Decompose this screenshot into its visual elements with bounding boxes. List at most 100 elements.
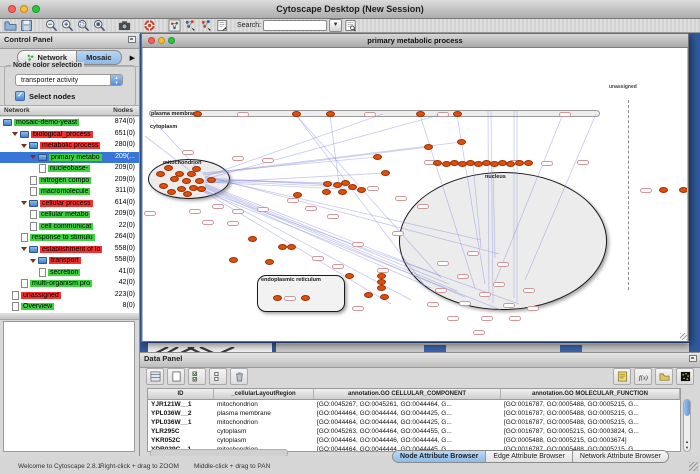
- graph-node[interactable]: [229, 257, 238, 263]
- node-label-pill[interactable]: [182, 150, 194, 155]
- graph-node[interactable]: [287, 244, 296, 250]
- tree-row[interactable]: establishment of lo558(0): [0, 244, 139, 256]
- tree-row[interactable]: metabolic process280(0): [0, 140, 139, 152]
- graph-node[interactable]: [659, 187, 668, 193]
- graph-node[interactable]: [189, 185, 198, 191]
- graph-node[interactable]: [192, 166, 201, 172]
- tree-row-label[interactable]: establishment of lo: [40, 246, 102, 253]
- tab-overflow-arrow[interactable]: ▶: [130, 54, 135, 62]
- zoom-fit-icon[interactable]: [93, 19, 106, 32]
- table-row[interactable]: YPL036W__1mitochondrion[GO:0044464, GO:0…: [148, 418, 680, 427]
- scrollbar-arrows[interactable]: ▲▼: [683, 439, 691, 452]
- tree-row-label[interactable]: multi-organism pro: [30, 280, 92, 287]
- snapshot-icon[interactable]: [118, 19, 131, 32]
- tree-row-label[interactable]: secretion: [48, 269, 80, 276]
- tree-row-label[interactable]: mosaic-demo-yeast: [14, 119, 79, 126]
- tree-header[interactable]: Network Nodes: [0, 105, 139, 116]
- node-label-pill[interactable]: [395, 196, 407, 201]
- tree-row-label[interactable]: biological_process: [31, 131, 93, 138]
- tree-row-label[interactable]: transport: [49, 257, 81, 264]
- node-label-pill[interactable]: [312, 256, 324, 261]
- formula-builder-icon[interactable]: f(x): [634, 368, 652, 385]
- window-titlebar[interactable]: Cytoscape Desktop (New Session): [0, 0, 700, 19]
- node-label-pill[interactable]: [305, 206, 317, 211]
- graph-node[interactable]: [679, 187, 688, 193]
- node-label-pill[interactable]: [257, 207, 269, 212]
- expander-triangle-icon[interactable]: [30, 155, 36, 159]
- modify-network-icon[interactable]: [184, 19, 197, 32]
- graph-node[interactable]: [301, 295, 310, 301]
- tree-column-nodes[interactable]: Nodes: [113, 107, 133, 114]
- node-label-pill[interactable]: [481, 316, 493, 321]
- node-label-pill[interactable]: [435, 288, 447, 293]
- node-label-pill[interactable]: [144, 211, 156, 216]
- graph-node[interactable]: [506, 161, 515, 167]
- tree-row[interactable]: response to stimulu264(0): [0, 232, 139, 244]
- zoom-in-icon[interactable]: [61, 19, 74, 32]
- graph-node[interactable]: [380, 294, 389, 300]
- tree-column-network[interactable]: Network: [4, 107, 30, 114]
- network-canvas[interactable]: plasma membrane cytoplasm mitochondrion …: [143, 48, 687, 341]
- node-label-pill[interactable]: [327, 214, 339, 219]
- import-network-icon[interactable]: [216, 19, 229, 32]
- network-view-frame[interactable]: primary metabolic process plasma membran…: [141, 33, 689, 342]
- select-attributes-icon[interactable]: [188, 368, 206, 385]
- node-label-pill[interactable]: [202, 220, 214, 225]
- tree-row[interactable]: nitrogen compo209(0): [0, 175, 139, 187]
- tree-row[interactable]: cellular metabo209(0): [0, 209, 139, 221]
- help-icon[interactable]: [143, 19, 156, 32]
- graph-node[interactable]: [265, 259, 274, 265]
- node-label-pill[interactable]: [503, 303, 515, 308]
- node-color-dropdown[interactable]: transporter activity ▲▼: [15, 74, 123, 86]
- expander-triangle-icon[interactable]: [21, 144, 27, 148]
- tree-row[interactable]: cellular process614(0): [0, 198, 139, 210]
- graph-node[interactable]: [364, 292, 373, 298]
- node-label-pill[interactable]: [237, 112, 249, 117]
- node-label-pill[interactable]: [640, 188, 652, 193]
- node-label-pill[interactable]: [457, 274, 469, 279]
- graph-edge[interactable]: [202, 157, 377, 173]
- node-label-pill[interactable]: [437, 112, 449, 117]
- tree-row-label[interactable]: cellular metabo: [39, 211, 90, 218]
- node-label-pill[interactable]: [479, 292, 491, 297]
- graph-node[interactable]: [524, 160, 533, 166]
- tab-node-attribute-browser[interactable]: Node Attribute Browser: [393, 451, 486, 462]
- graph-node[interactable]: [453, 111, 462, 117]
- node-label-pill[interactable]: [437, 261, 449, 266]
- node-label-pill[interactable]: [559, 112, 571, 117]
- node-label-pill[interactable]: [459, 301, 471, 306]
- graph-edge[interactable]: [203, 173, 385, 183]
- float-panel-icon[interactable]: [128, 36, 136, 43]
- node-label-pill[interactable]: [523, 288, 535, 293]
- graph-node[interactable]: [193, 111, 202, 117]
- tree-row[interactable]: macromolecule311(0): [0, 186, 139, 198]
- node-label-pill[interactable]: [364, 112, 376, 117]
- attribute-table[interactable]: ID_cellularLayoutRegionannotation.GO CEL…: [147, 388, 681, 452]
- select-nodes-checkbox[interactable]: ✓: [15, 91, 25, 101]
- table-column-header[interactable]: _cellularLayoutRegion: [214, 389, 314, 399]
- node-label-pill[interactable]: [284, 296, 296, 301]
- tree-row[interactable]: transport558(0): [0, 255, 139, 267]
- node-label-pill[interactable]: [447, 316, 459, 321]
- expander-triangle-icon[interactable]: [21, 247, 27, 251]
- table-row[interactable]: YKR052Ccytoplasm[GO:0044464, GO:0044446,…: [148, 436, 680, 445]
- tree-row-label[interactable]: cell communicat: [39, 223, 93, 230]
- node-label-pill[interactable]: [577, 160, 589, 165]
- graph-edge[interactable]: [488, 111, 489, 300]
- tree-row[interactable]: secretion41(0): [0, 267, 139, 279]
- tree-row[interactable]: multi-organism pro42(0): [0, 278, 139, 290]
- node-label-pill[interactable]: [473, 330, 485, 335]
- graph-node[interactable]: [167, 189, 176, 195]
- graph-node[interactable]: [416, 111, 425, 117]
- graph-node[interactable]: [381, 170, 390, 176]
- node-label-pill[interactable]: [232, 209, 244, 214]
- frame-minimize-icon[interactable]: [158, 37, 165, 44]
- graph-edge[interactable]: [296, 115, 441, 278]
- node-label-pill[interactable]: [509, 316, 521, 321]
- graph-node[interactable]: [273, 295, 282, 301]
- graph-node[interactable]: [292, 111, 301, 117]
- tab-edge-attribute-browser[interactable]: Edge Attribute Browser: [486, 451, 573, 462]
- graph-node[interactable]: [326, 111, 335, 117]
- float-panel-icon[interactable]: [689, 355, 697, 362]
- frame-close-icon[interactable]: [148, 37, 155, 44]
